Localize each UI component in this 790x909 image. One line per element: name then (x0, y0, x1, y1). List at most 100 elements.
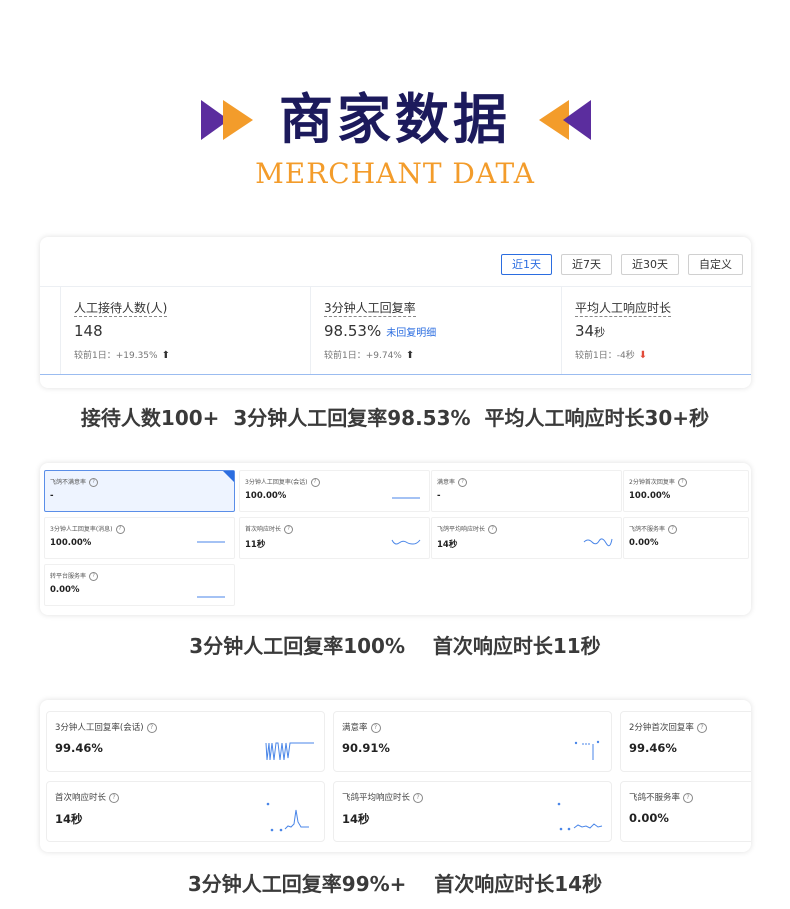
sparkline (197, 541, 225, 543)
metric-comparison: 较前1日：+19.35% ⬆ (74, 350, 170, 361)
metric-label: 人工接待人数(人) (74, 301, 168, 317)
detail-card-2: 3分钟人工回复率(会话)? 99.46% 满意率? 90.91% 2分钟首次回复… (40, 700, 751, 852)
info-icon[interactable]: ? (370, 722, 381, 733)
metric-3min-reply-rate[interactable]: 3分钟人工回复率 98.53% 未回复明细 较前1日：+9.74% ⬆ (310, 286, 562, 374)
tile-label: 首次响应时长? (245, 524, 294, 534)
sparkline (265, 742, 314, 761)
summary-card: 近1天 近7天 近30天 自定义 人工接待人数(人) 148 较前1日：+19.… (40, 237, 751, 388)
caption-summary: 接待人数100+ 3分钟人工回复率98.53% 平均人工响应时长30+秒 (80, 406, 710, 430)
tile-value: 0.00% (629, 538, 659, 548)
sparkline (266, 802, 309, 832)
tile-value: 0.00% (50, 585, 80, 595)
tile-label: 飞鸽不服务率? (629, 791, 694, 803)
tile-value: 14秒 (437, 540, 458, 550)
tile-2min-first-reply[interactable]: 2分钟首次回复率? 99.46% (620, 711, 751, 772)
tile-2min-first-reply[interactable]: 2分钟首次回复率? 100.00% (623, 470, 749, 512)
tile-first-response-time[interactable]: 首次响应时长? 11秒 (239, 517, 430, 559)
tile-no-service-rate[interactable]: 飞鸽不服务率? 0.00% (623, 517, 749, 559)
page-title: 商家数据 (279, 88, 511, 151)
info-icon[interactable]: ? (488, 525, 498, 534)
arrow-up-icon: ⬆ (405, 350, 415, 361)
caption-detail-2: 3分钟人工回复率99%+ 首次响应时长14秒 (187, 872, 603, 896)
sparkline (197, 596, 225, 598)
tile-value: 90.91% (342, 741, 390, 755)
tile-label: 满意率? (437, 477, 468, 487)
page-subtitle: MERCHANT DATA (255, 157, 535, 190)
tile-label: 3分钟人工回复率(会话)? (55, 721, 157, 733)
info-icon[interactable]: ? (89, 478, 99, 487)
info-icon[interactable]: ? (89, 572, 99, 581)
tile-label: 2分钟首次回复率? (629, 477, 687, 487)
metric-comparison: 较前1日：+9.74% ⬆ (324, 350, 415, 361)
tile-value: 11秒 (245, 540, 266, 550)
tile-value: 100.00% (245, 491, 287, 501)
tile-value: - (437, 491, 441, 501)
arrow-up-icon: ⬆ (161, 350, 170, 361)
tile-no-service-rate[interactable]: 飞鸽不服务率? 0.00% (620, 781, 751, 842)
tile-avg-response-time[interactable]: 飞鸽平均响应时长? 14秒 (333, 781, 612, 842)
range-button-1d[interactable]: 近1天 (501, 254, 552, 275)
info-icon[interactable]: ? (683, 792, 694, 803)
info-icon[interactable]: ? (109, 792, 120, 803)
metric-reception-count[interactable]: 人工接待人数(人) 148 较前1日：+19.35% ⬆ (60, 286, 311, 374)
info-icon[interactable]: ? (677, 478, 687, 487)
tile-platform-transfer-rate[interactable]: 转平台服务率? 0.00% (44, 564, 235, 606)
tile-first-response-time[interactable]: 首次响应时长? 14秒 (46, 781, 325, 842)
tile-value: 14秒 (55, 812, 83, 826)
tile-label: 满意率? (342, 721, 381, 733)
tile-satisfaction-rate[interactable]: 满意率? 90.91% (333, 711, 612, 772)
info-icon[interactable]: ? (310, 478, 320, 487)
info-icon[interactable]: ? (146, 722, 157, 733)
tile-value: - (50, 491, 54, 501)
info-icon[interactable]: ? (284, 525, 294, 534)
tile-value: 100.00% (629, 491, 671, 501)
tile-3min-reply-session[interactable]: 3分钟人工回复率(会话)? 100.00% (239, 470, 430, 512)
metric-avg-response-time[interactable]: 平均人工响应时长 34秒 较前1日：-4秒 ⬇ (561, 286, 751, 374)
date-range-selector: 近1天 近7天 近30天 自定义 (501, 254, 743, 275)
sparkline (391, 539, 421, 545)
tile-value: 99.46% (55, 741, 103, 755)
tile-label: 飞鸽平均响应时长? (437, 524, 498, 534)
tile-value: 14秒 (342, 812, 370, 826)
tile-label: 飞鸽平均响应时长? (342, 791, 424, 803)
info-icon[interactable]: ? (115, 525, 125, 534)
metric-comparison: 较前1日：-4秒 ⬇ (575, 350, 648, 361)
tile-label: 飞鸽不满意率? (50, 477, 99, 487)
arrow-down-icon: ⬇ (638, 350, 648, 361)
info-icon[interactable]: ? (413, 792, 424, 803)
selected-check-icon (223, 471, 234, 482)
unreplied-details-link[interactable]: 未回复明细 (386, 328, 436, 339)
tile-3min-reply-message[interactable]: 3分钟人工回复率(消息)? 100.00% (44, 517, 235, 559)
sparkline (392, 497, 420, 499)
tile-label: 3分钟人工回复率(会话)? (245, 477, 320, 487)
tile-label: 首次响应时长? (55, 791, 120, 803)
tile-value: 100.00% (50, 538, 92, 548)
tile-3min-reply-session[interactable]: 3分钟人工回复率(会话)? 99.46% (46, 711, 325, 772)
info-icon[interactable]: ? (696, 722, 707, 733)
metric-value: 148 (74, 322, 103, 340)
info-icon[interactable]: ? (668, 525, 678, 534)
metric-value: 98.53% 未回复明细 (324, 322, 437, 340)
detail-card-1: 飞鸽不满意率? - 3分钟人工回复率(会话)? 100.00% 满意率? - 2… (40, 463, 751, 615)
range-button-30d[interactable]: 近30天 (621, 254, 679, 275)
tile-value: 99.46% (629, 741, 677, 755)
metric-label: 3分钟人工回复率 (324, 301, 416, 317)
tile-label: 飞鸽不服务率? (629, 524, 678, 534)
tile-value: 0.00% (629, 811, 669, 825)
metric-label: 平均人工响应时长 (575, 301, 672, 317)
right-arrow-decoration (539, 100, 591, 140)
tile-label: 2分钟首次回复率? (629, 721, 707, 733)
tile-satisfaction-rate[interactable]: 满意率? - (431, 470, 622, 512)
metric-value: 34秒 (575, 322, 606, 340)
caption-detail-1: 3分钟人工回复率100% 首次响应时长11秒 (189, 634, 601, 658)
sparkline (574, 740, 600, 760)
range-button-7d[interactable]: 近7天 (561, 254, 612, 275)
sparkline (583, 538, 613, 547)
tile-label: 3分钟人工回复率(消息)? (50, 524, 125, 534)
active-underline (40, 374, 751, 375)
tile-unsatisfied-rate[interactable]: 飞鸽不满意率? - (44, 470, 235, 512)
info-icon[interactable]: ? (458, 478, 468, 487)
tile-avg-response-time[interactable]: 飞鸽平均响应时长? 14秒 (431, 517, 622, 559)
range-button-custom[interactable]: 自定义 (688, 254, 743, 275)
tile-label: 转平台服务率? (50, 571, 99, 581)
